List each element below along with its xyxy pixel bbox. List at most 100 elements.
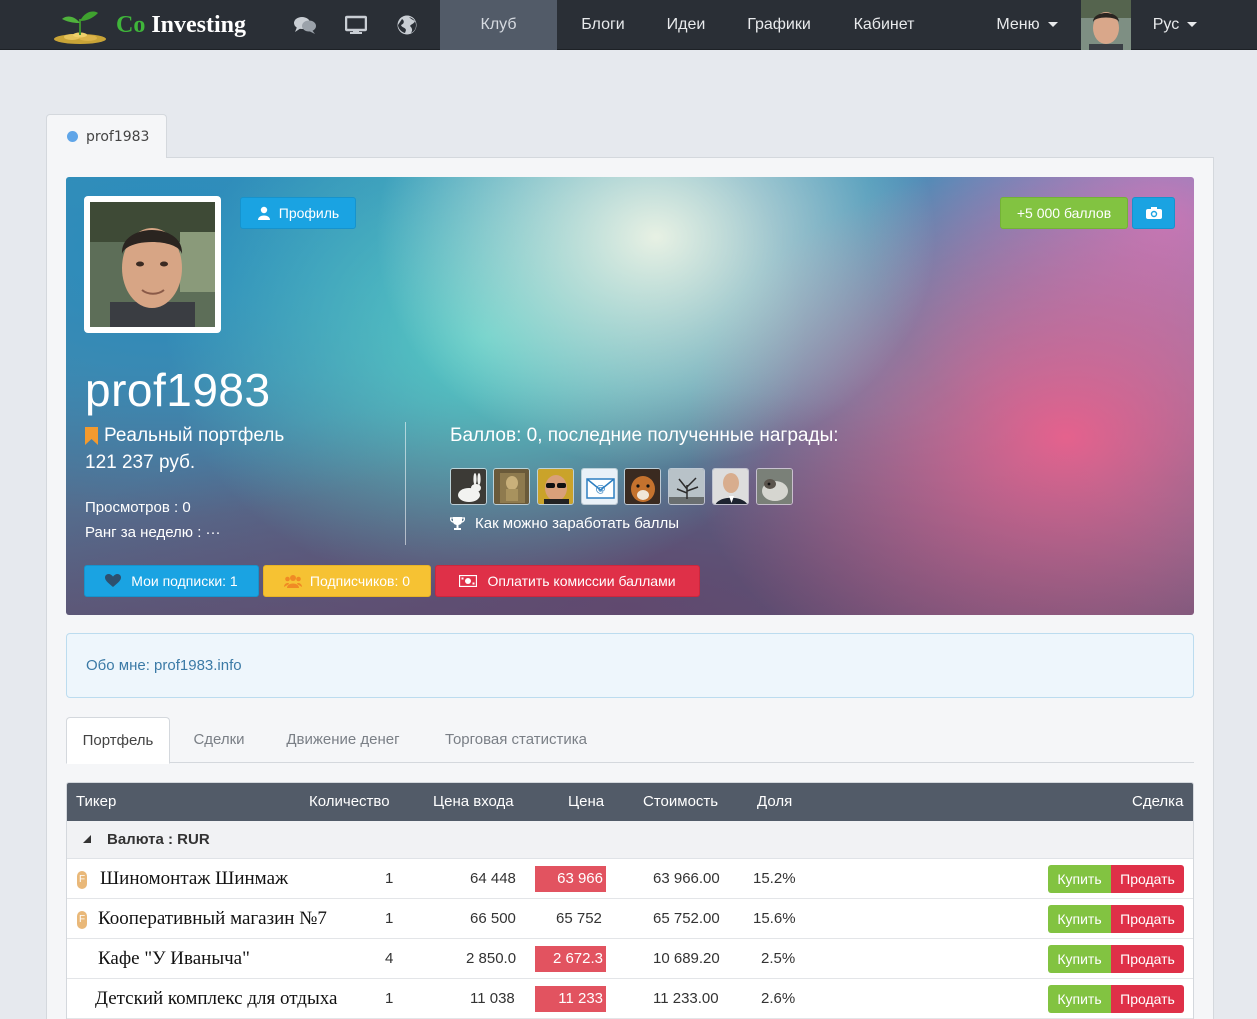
camera-icon (1145, 207, 1162, 219)
avatar-photo (90, 202, 215, 327)
buy-button[interactable]: Купить (1048, 865, 1111, 893)
user-icon (257, 206, 270, 220)
position-name[interactable]: Кафе "У Иваныча" (98, 939, 250, 979)
plant-coins-logo-icon (50, 5, 110, 45)
sell-button[interactable]: Продать (1111, 905, 1184, 933)
weekly-rank: Ранг за неделю : ··· (85, 524, 221, 541)
profile-avatar[interactable] (84, 196, 221, 333)
position-share: 15.6% (753, 910, 796, 927)
my-subscriptions-label: Мои подписки: 1 (131, 573, 238, 589)
position-value: 65 752.00 (653, 910, 720, 927)
position-name[interactable]: Шиномонтаж Шинмаж (100, 859, 288, 899)
position-value: 10 689.20 (653, 950, 720, 967)
buy-button[interactable]: Купить (1048, 985, 1111, 1013)
followers-button[interactable]: Подписчиков: 0 (263, 565, 431, 597)
award-email-icon[interactable]: @ (581, 468, 618, 505)
followers-label: Подписчиков: 0 (309, 573, 411, 589)
position-qty: 1 (385, 910, 394, 927)
svg-text:@: @ (596, 484, 606, 495)
profile-divider (405, 422, 406, 545)
portfolio-type-label: Реальный портфель (104, 425, 285, 446)
table-row: Детский комплекс для отдыха 1 11 038 11 … (67, 979, 1193, 1019)
profile-button[interactable]: Профиль (240, 197, 356, 229)
bookmark-icon (85, 427, 98, 445)
language-selector[interactable]: Рус (1140, 0, 1210, 50)
position-share: 2.6% (761, 990, 796, 1007)
bonus-points-button[interactable]: +5 000 баллов (1000, 197, 1128, 229)
buy-button[interactable]: Купить (1048, 945, 1111, 973)
position-qty: 1 (385, 990, 394, 1007)
position-name[interactable]: Детский комплекс для отдыха (95, 979, 337, 1019)
position-name[interactable]: Кооперативный магазин №7 (98, 899, 327, 939)
earn-points-link[interactable]: Как можно заработать баллы (450, 515, 679, 532)
position-entry: 66 500 (470, 910, 516, 927)
portfolio-tabs: Портфель Сделки Движение денег Торговая … (66, 717, 1194, 764)
user-tab[interactable]: prof1983 (46, 114, 167, 158)
portfolio-table: Тикер Количество Цена входа Цена Стоимос… (66, 782, 1194, 1019)
award-tree-icon[interactable] (668, 468, 705, 505)
chevron-down-icon (1047, 22, 1058, 28)
profile-button-label: Профиль (278, 205, 340, 221)
nav-charts[interactable]: Графики (732, 0, 826, 50)
tab-trading-stats[interactable]: Торговая статистика (428, 717, 604, 763)
tab-deals[interactable]: Сделки (176, 717, 262, 763)
col-value[interactable]: Стоимость (643, 783, 718, 821)
position-price: 65 752 (556, 910, 602, 927)
position-entry: 64 448 (470, 870, 516, 887)
nav-menu-dropdown[interactable]: Меню (986, 0, 1068, 50)
tab-cash-flow[interactable]: Движение денег (272, 717, 414, 763)
globe-icon[interactable] (394, 12, 420, 38)
award-sunglasses-man-icon[interactable] (537, 468, 574, 505)
user-avatar[interactable] (1081, 0, 1131, 50)
award-rabbit-icon[interactable] (450, 468, 487, 505)
profile-username: prof1983 (85, 364, 271, 416)
fund-badge-icon: F (77, 911, 87, 929)
award-statue-icon[interactable] (493, 468, 530, 505)
user-tab-label: prof1983 (86, 128, 150, 145)
about-me: Обо мне: prof1983.info (66, 633, 1194, 698)
brand-investing: Investing (151, 11, 247, 38)
earn-points-label: Как можно заработать баллы (475, 515, 680, 532)
table-row: F Шиномонтаж Шинмаж 1 64 448 63 966 63 9… (67, 859, 1193, 899)
position-qty: 1 (385, 870, 394, 887)
change-cover-button[interactable] (1132, 197, 1175, 229)
currency-group-row[interactable]: Валюта : RUR (67, 821, 1193, 859)
buy-button[interactable]: Купить (1048, 905, 1111, 933)
award-businessman-icon[interactable] (712, 468, 749, 505)
position-entry: 11 038 (470, 990, 515, 1007)
online-status-dot (67, 131, 78, 142)
pay-commission-button[interactable]: Оплатить комиссии баллами (435, 565, 700, 597)
col-quantity[interactable]: Количество (309, 783, 390, 821)
award-animal-icon[interactable] (756, 468, 793, 505)
col-ticker[interactable]: Тикер (76, 783, 116, 821)
my-subscriptions-button[interactable]: Мои подписки: 1 (84, 565, 259, 597)
nav-ideas[interactable]: Идеи (655, 0, 717, 50)
portfolio-type: Реальный портфель (85, 425, 284, 447)
monitor-icon[interactable] (343, 12, 369, 38)
position-value: 63 966.00 (653, 870, 720, 887)
nav-club[interactable]: Клуб (440, 0, 557, 50)
nav-blogs[interactable]: Блоги (566, 0, 640, 50)
table-header: Тикер Количество Цена входа Цена Стоимос… (67, 783, 1193, 821)
heart-icon (105, 574, 122, 587)
table-row: F Кооперативный магазин №7 1 66 500 65 7… (67, 899, 1193, 939)
nav-cabinet[interactable]: Кабинет (840, 0, 928, 50)
chevron-down-icon (1187, 22, 1198, 28)
position-price: 63 966 (535, 866, 606, 892)
col-entry-price[interactable]: Цена входа (433, 783, 514, 821)
position-qty: 4 (385, 950, 394, 967)
sell-button[interactable]: Продать (1111, 865, 1184, 893)
sell-button[interactable]: Продать (1111, 985, 1184, 1013)
col-share[interactable]: Доля (757, 783, 792, 821)
chat-icon[interactable] (292, 12, 318, 38)
tab-portfolio[interactable]: Портфель (66, 717, 170, 764)
language-label: Рус (1152, 16, 1180, 33)
award-dog-icon[interactable] (624, 468, 661, 505)
col-price[interactable]: Цена (568, 783, 604, 821)
table-row: Кафе "У Иваныча" 4 2 850.0 2 672.3 10 68… (67, 939, 1193, 979)
position-share: 2.5% (761, 950, 796, 967)
money-icon (459, 575, 478, 587)
points-summary: Баллов: 0, последние полученные награды: (450, 425, 839, 446)
site-logo[interactable]: Co Investing (50, 4, 246, 46)
sell-button[interactable]: Продать (1111, 945, 1184, 973)
